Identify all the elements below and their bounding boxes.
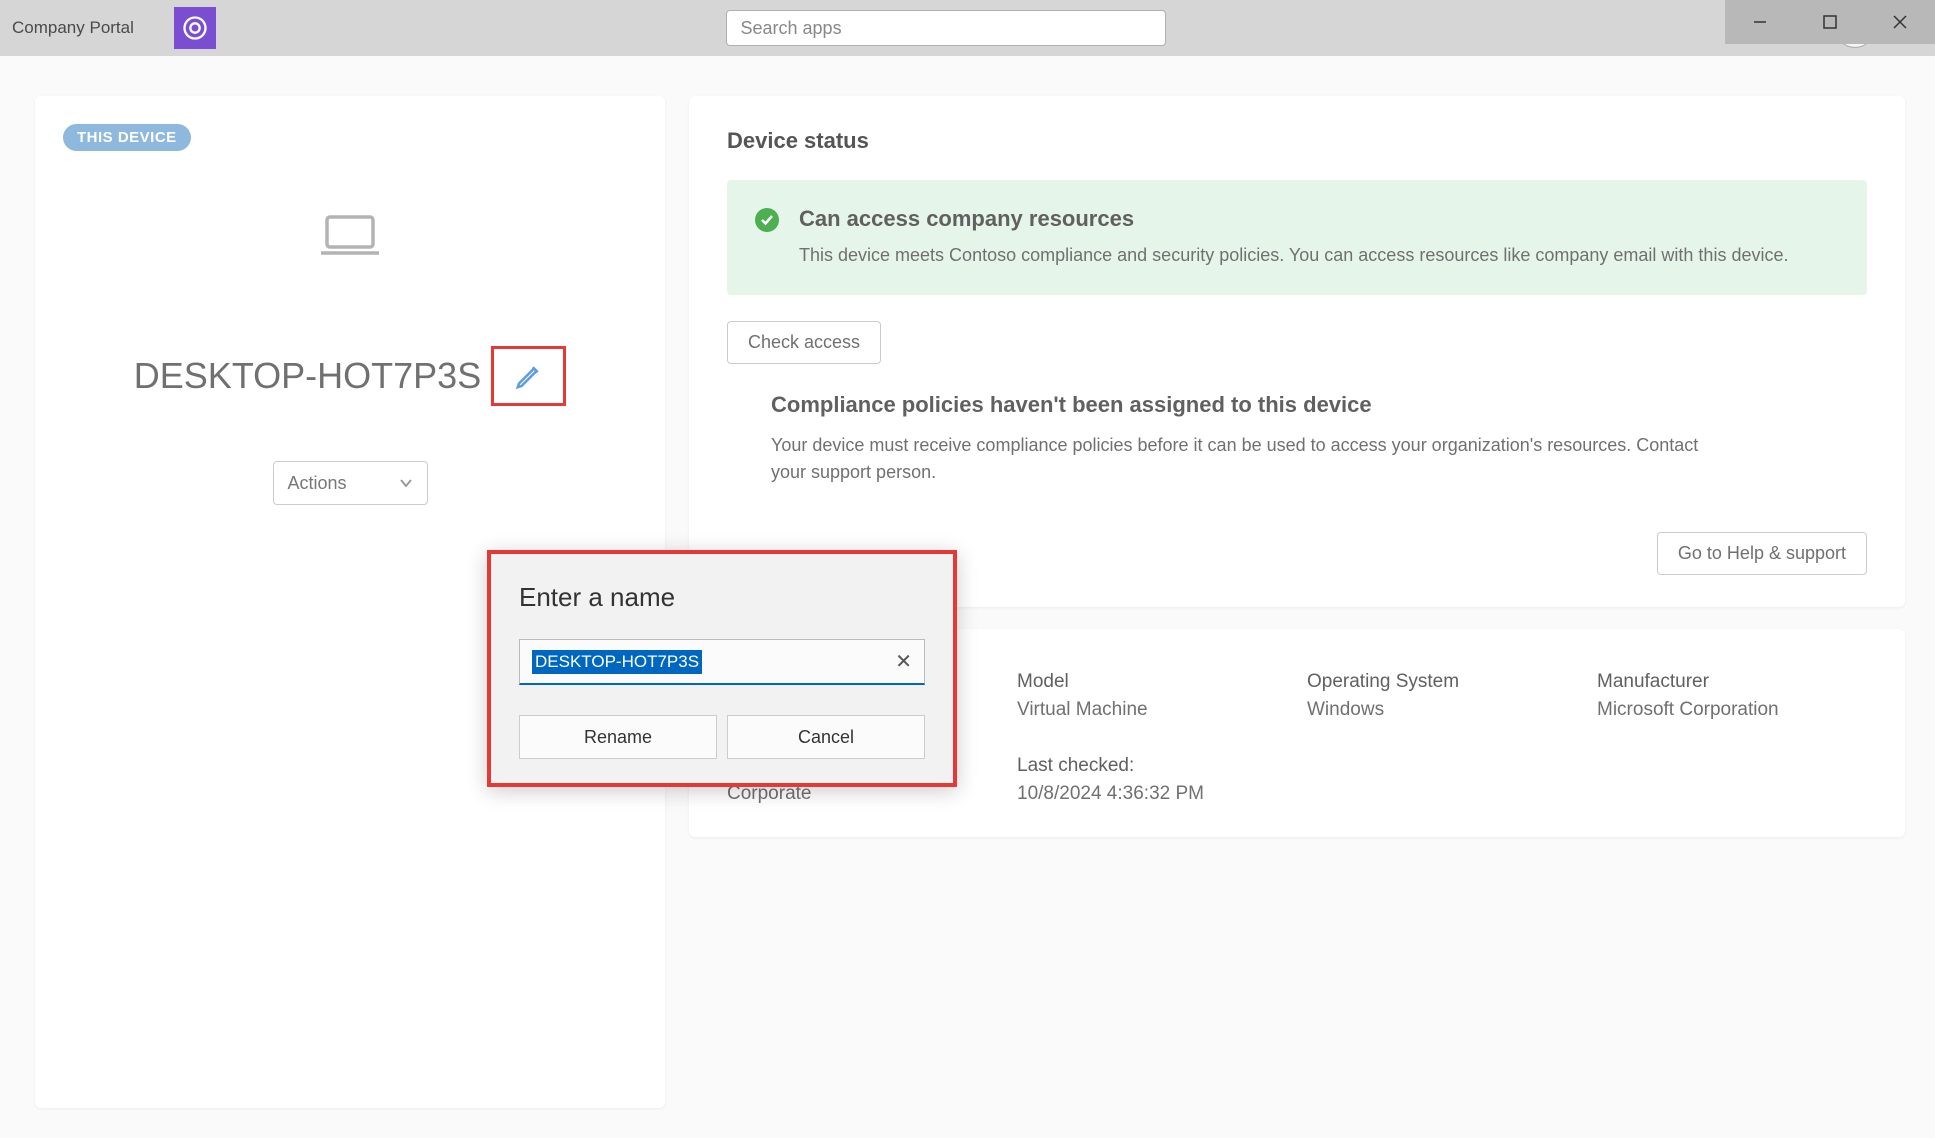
name-input[interactable]: DESKTOP-HOT7P3S ✕ [519, 639, 925, 685]
close-button[interactable] [1865, 0, 1935, 44]
dialog-title: Enter a name [519, 582, 925, 613]
check-circle-icon [755, 208, 779, 232]
device-name: DESKTOP-HOT7P3S [134, 355, 481, 397]
app-logo-icon [174, 7, 216, 49]
detail-label: Manufacturer [1597, 671, 1867, 693]
device-status-heading: Device status [727, 128, 1867, 154]
detail-label: Operating System [1307, 671, 1577, 693]
device-name-row: DESKTOP-HOT7P3S [63, 346, 637, 406]
clear-input-icon[interactable]: ✕ [895, 649, 912, 674]
detail-value: Windows [1307, 699, 1577, 721]
edit-name-button[interactable] [491, 346, 566, 406]
detail-item: Last checked: 10/8/2024 4:36:32 PM [1017, 755, 1287, 805]
rename-dialog: Enter a name DESKTOP-HOT7P3S ✕ Rename Ca… [487, 550, 957, 787]
app-title: Company Portal [12, 18, 134, 38]
detail-value: 10/8/2024 4:36:32 PM [1017, 783, 1287, 805]
window-controls [1725, 0, 1935, 44]
detail-value: Microsoft Corporation [1597, 699, 1867, 721]
detail-label: Last checked: [1017, 755, 1287, 777]
status-title: Can access company resources [799, 206, 1788, 232]
device-badge: THIS DEVICE [63, 124, 191, 151]
compliance-text: Your device must receive compliance poli… [771, 432, 1731, 486]
name-input-value: DESKTOP-HOT7P3S [532, 650, 702, 674]
detail-item: Model Virtual Machine [1017, 671, 1287, 721]
actions-dropdown[interactable]: Actions [273, 461, 428, 505]
rename-button[interactable]: Rename [519, 715, 717, 759]
chevron-down-icon [399, 476, 413, 490]
maximize-button[interactable] [1795, 0, 1865, 44]
actions-label: Actions [288, 473, 347, 494]
check-access-button[interactable]: Check access [727, 321, 881, 364]
help-support-button[interactable]: Go to Help & support [1657, 532, 1867, 575]
detail-label: Model [1017, 671, 1287, 693]
minimize-button[interactable] [1725, 0, 1795, 44]
search-input[interactable] [726, 10, 1166, 46]
main-content: THIS DEVICE DESKTOP-HOT7P3S Actions [0, 56, 1935, 1138]
detail-item: Manufacturer Microsoft Corporation [1597, 671, 1867, 721]
cancel-button[interactable]: Cancel [727, 715, 925, 759]
compliance-heading: Compliance policies haven't been assigne… [771, 392, 1867, 418]
status-banner: Can access company resources This device… [727, 180, 1867, 295]
status-description: This device meets Contoso compliance and… [799, 242, 1788, 269]
laptop-icon [63, 211, 637, 266]
titlebar: Company Portal [0, 0, 1935, 56]
compliance-block: Compliance policies haven't been assigne… [727, 392, 1867, 486]
device-status-card: Device status Can access company resourc… [689, 96, 1905, 607]
detail-item: Operating System Windows [1307, 671, 1577, 721]
detail-value: Virtual Machine [1017, 699, 1287, 721]
